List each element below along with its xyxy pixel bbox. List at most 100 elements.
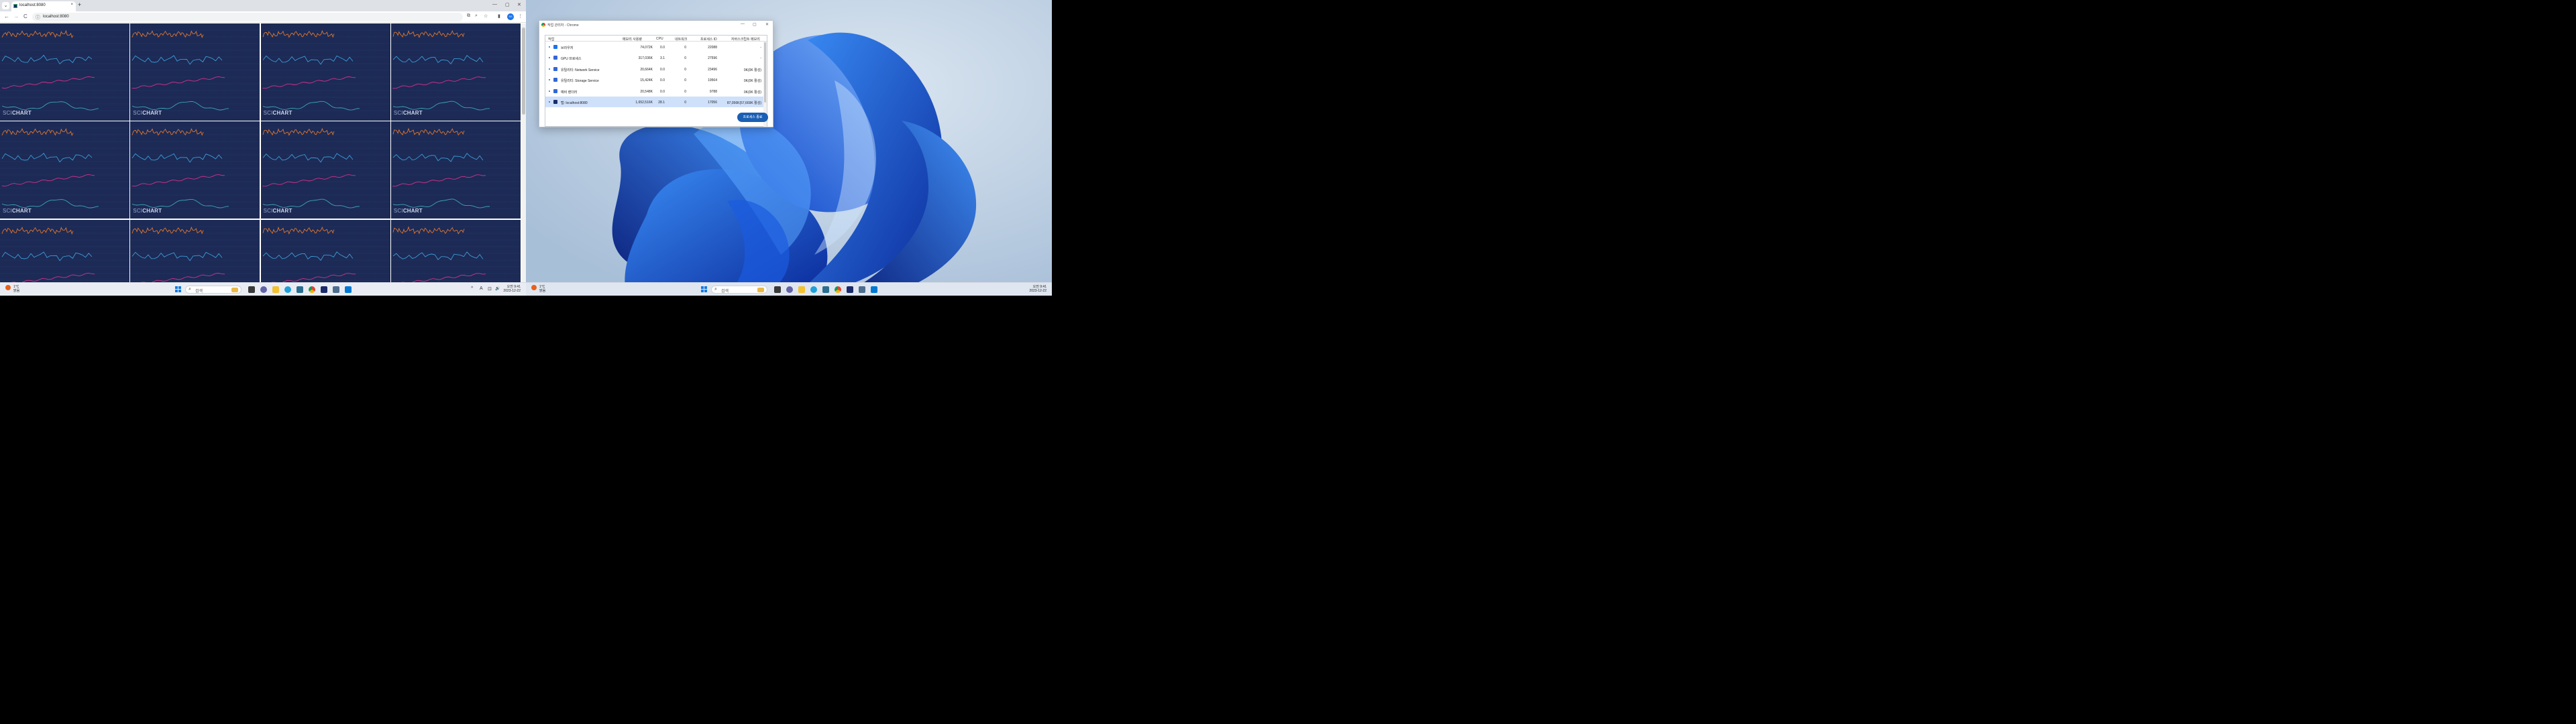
app-icon-scichart[interactable] <box>847 286 853 293</box>
maximize-button[interactable]: ▢ <box>505 2 510 7</box>
taskbar-search[interactable]: ⌕ 검색 <box>185 286 241 294</box>
forward-button[interactable]: → <box>13 13 19 19</box>
tm-close-button[interactable]: ✕ <box>765 22 769 27</box>
tm-maximize-button[interactable]: ▢ <box>753 22 757 27</box>
series-pink <box>131 76 225 89</box>
reload-button[interactable]: C <box>23 13 28 19</box>
vscode-icon[interactable] <box>345 286 352 293</box>
scichart-surface[interactable]: SCICHART <box>260 121 390 219</box>
ime-icon[interactable]: A <box>480 286 483 291</box>
bookmark-star-icon[interactable]: ☆ <box>484 13 488 19</box>
taskbar-clock[interactable]: 오전 9:41 2023-12-22 <box>502 285 521 293</box>
scichart-logo: SCICHART <box>263 208 292 215</box>
process-pid: 17056 <box>708 101 717 105</box>
scichart-surface[interactable]: SCICHART <box>0 23 129 121</box>
page-scrollbar[interactable] <box>521 23 526 282</box>
col-pid[interactable]: 프로세스 ID <box>700 37 717 42</box>
process-row[interactable]: 유틸리티: Network Service 20,664K 0.0 0 2349… <box>545 64 764 74</box>
process-memory: 20,548K <box>640 89 653 94</box>
minimize-button[interactable]: — <box>492 2 497 7</box>
series-orange <box>1 226 74 235</box>
site-info-icon[interactable]: ⓘ <box>36 14 40 21</box>
scichart-surface[interactable]: SCICHART <box>260 23 390 121</box>
weather-widget[interactable]: 1°C 맑음 <box>13 285 19 293</box>
profile-avatar[interactable]: SS <box>507 13 514 20</box>
scichart-logo: SCICHART <box>133 110 162 116</box>
close-window-button[interactable]: ✕ <box>517 2 521 7</box>
right-monitor: 작업 관리자 - Chrome — ▢ ✕ 작업 메모리 사용량 CPU 네트워… <box>526 0 1052 296</box>
zoom-icon[interactable]: ⌕ <box>475 13 478 19</box>
taskbar-clock[interactable]: 오전 9:41 2023-12-22 <box>1026 285 1046 293</box>
app-icon-scichart[interactable] <box>321 286 327 293</box>
start-button[interactable] <box>701 286 708 293</box>
weather-widget[interactable]: 1°C 맑음 <box>539 285 545 293</box>
menu-kebab-icon[interactable]: ⋮ <box>518 13 523 19</box>
store-icon[interactable] <box>822 286 829 293</box>
chat-icon[interactable] <box>260 286 267 293</box>
col-task[interactable]: 작업 <box>548 37 554 42</box>
chat-icon[interactable] <box>786 286 793 293</box>
side-panel-icon[interactable]: ▮ <box>498 13 500 19</box>
scichart-surface[interactable]: SCICHART <box>130 121 260 219</box>
edge-icon[interactable] <box>284 286 291 293</box>
edge-icon[interactable] <box>810 286 817 293</box>
series-pink <box>262 76 356 89</box>
task-view-icon[interactable] <box>774 286 781 293</box>
process-network: 0 <box>684 101 686 105</box>
scrollbar-thumb[interactable] <box>522 27 525 115</box>
scichart-surface[interactable]: SCICHART <box>0 121 129 219</box>
tab-search-icon[interactable]: ⌄ <box>2 2 9 9</box>
task-view-icon[interactable] <box>248 286 255 293</box>
tab-close-icon[interactable]: × <box>70 3 73 7</box>
scichart-surface[interactable]: SCICHART <box>390 23 521 121</box>
address-bar[interactable]: ⓘ localhost:8080 <box>32 13 463 21</box>
chrome-icon[interactable] <box>835 286 841 293</box>
vscode-icon[interactable] <box>871 286 877 293</box>
tray-overflow-icon[interactable]: ^ <box>471 286 473 291</box>
col-js-memory[interactable]: 자바스크립트 메모리 <box>731 37 760 42</box>
series-orange <box>262 128 335 137</box>
series-teal <box>132 199 229 208</box>
tm-scrollbar-thumb[interactable] <box>764 42 766 103</box>
series-orange <box>392 29 465 38</box>
scichart-surface[interactable]: SCICHART <box>390 121 521 219</box>
process-row[interactable]: 탭: localhost:8080 1,652,516K 28.1 0 1705… <box>545 97 764 107</box>
process-js-memory: 0K(0K 활성) <box>743 79 761 84</box>
file-explorer-icon[interactable] <box>798 286 805 293</box>
process-row[interactable]: 예비 렌더러 20,548K 0.0 0 9788 0K(0K 활성) <box>545 86 764 97</box>
end-process-button[interactable]: 프로세스 종료 <box>737 113 768 122</box>
left-monitor: ⌄ localhost:8080 × + — ▢ ✕ ← → C ⓘ local… <box>0 0 526 296</box>
weather-desc: 맑음 <box>539 289 546 293</box>
start-button[interactable] <box>175 286 182 293</box>
translate-icon[interactable]: ⧉ <box>467 13 470 19</box>
scichart-surface[interactable]: SCICHART <box>130 23 260 121</box>
browser-tab-active[interactable]: localhost:8080 × <box>11 1 76 11</box>
process-row[interactable]: 유틸리티: Storage Service 15,424K 0.0 0 1956… <box>545 74 764 85</box>
file-explorer-icon[interactable] <box>272 286 279 293</box>
weather-icon[interactable] <box>5 285 11 290</box>
series-teal <box>392 198 490 208</box>
store-icon[interactable] <box>297 286 303 293</box>
process-row[interactable]: GPU 프로세스 317,036K 3.1 0 27596 - <box>545 52 764 63</box>
col-network[interactable]: 네트워크 <box>675 37 687 42</box>
url-text[interactable]: localhost:8080 <box>43 15 69 19</box>
volume-icon[interactable]: 🔊 <box>495 286 500 291</box>
process-row[interactable]: 브라우저 74,072K 0.0 0 22088 - <box>545 42 764 52</box>
tm-minimize-button[interactable]: — <box>741 22 745 26</box>
network-icon[interactable]: ⊡ <box>488 286 492 292</box>
back-button[interactable]: ← <box>4 13 9 19</box>
col-cpu[interactable]: CPU <box>656 37 663 41</box>
col-memory[interactable]: 메모리 사용량 <box>623 37 642 42</box>
process-memory: 74,072K <box>640 46 653 50</box>
task-manager-icon[interactable] <box>333 286 339 293</box>
series-pink <box>1 174 95 187</box>
scichart-logo: SCICHART <box>3 208 32 215</box>
chrome-icon[interactable] <box>309 286 315 293</box>
taskbar-search[interactable]: ⌕ 검색 <box>711 286 767 294</box>
series-orange <box>392 226 465 235</box>
puzzle-icon <box>553 66 557 71</box>
new-tab-button[interactable]: + <box>78 1 81 8</box>
weather-icon[interactable] <box>531 285 537 290</box>
task-manager-icon[interactable] <box>859 286 865 293</box>
task-manager-window: 작업 관리자 - Chrome — ▢ ✕ 작업 메모리 사용량 CPU 네트워… <box>539 20 773 127</box>
